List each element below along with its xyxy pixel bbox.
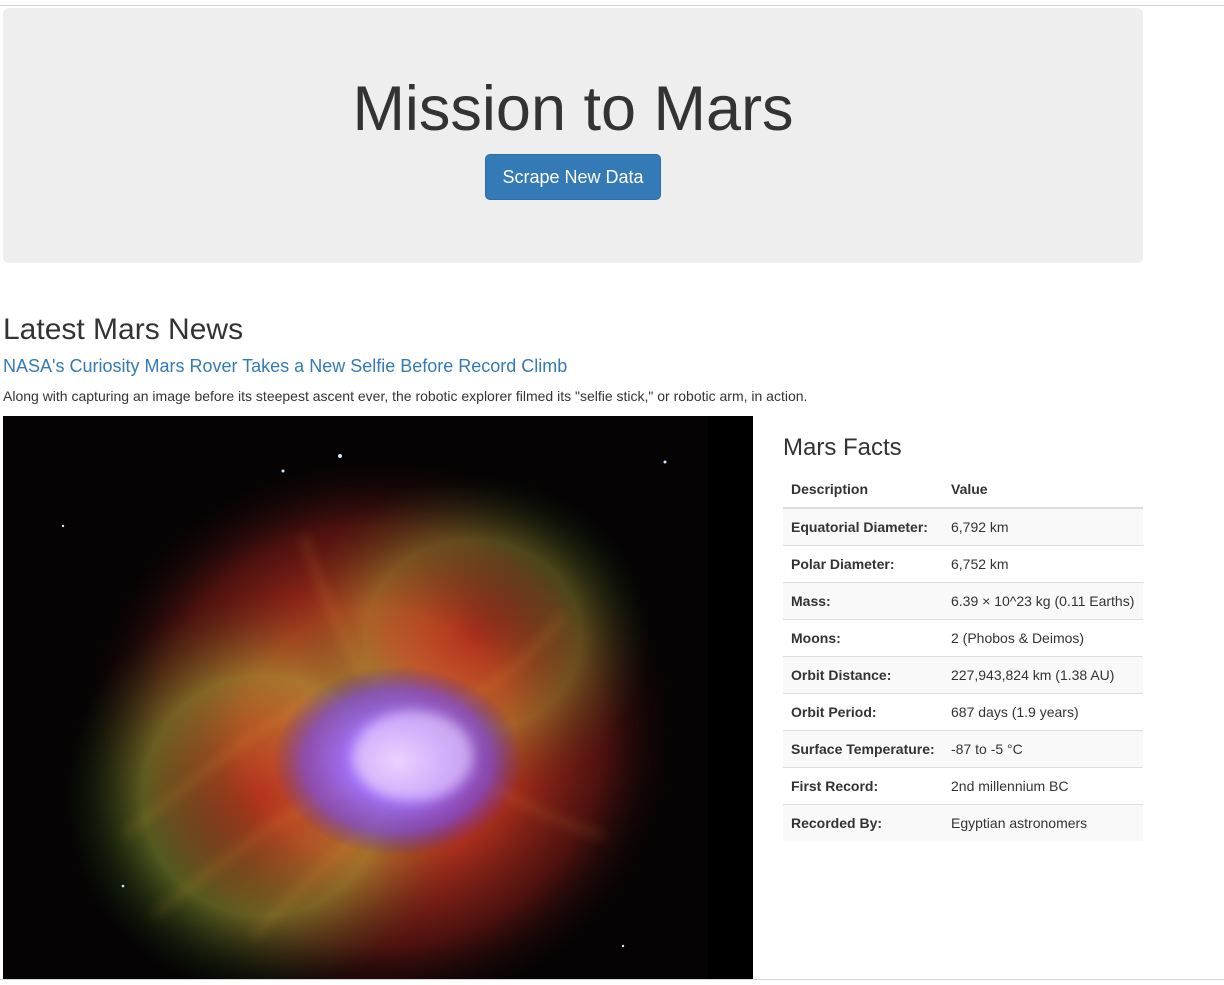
page-title: Mission to Mars [352,74,794,144]
table-row: Moons: 2 (Phobos & Deimos) [783,619,1143,657]
mars-facts-heading: Mars Facts [783,434,902,461]
fact-value: 2 (Phobos & Deimos) [943,619,1143,657]
fact-label: First Record: [783,767,943,805]
fact-value: 687 days (1.9 years) [943,693,1143,731]
table-header-row: Description Value [783,471,1143,509]
column-header-description: Description [783,471,943,509]
top-divider [0,5,1224,6]
table-row: Orbit Distance: 227,943,824 km (1.38 AU) [783,656,1143,694]
news-teaser: Along with capturing an image before its… [3,388,808,404]
table-row: First Record: 2nd millennium BC [783,767,1143,805]
fact-value: 227,943,824 km (1.38 AU) [943,656,1143,694]
table-row: Recorded By: Egyptian astronomers [783,804,1143,841]
fact-label: Recorded By: [783,804,943,841]
table-row: Surface Temperature: -87 to -5 °C [783,730,1143,768]
bottom-divider [0,979,1224,980]
fact-label: Surface Temperature: [783,730,943,768]
fact-value: 6,792 km [943,507,1143,546]
fact-label: Polar Diameter: [783,545,943,583]
table-row: Polar Diameter: 6,752 km [783,545,1143,583]
fact-value: -87 to -5 °C [943,730,1143,768]
scrape-new-data-button[interactable]: Scrape New Data [485,154,661,200]
column-header-value: Value [943,471,1143,509]
mars-facts-table: Description Value Equatorial Diameter: 6… [783,471,1143,841]
fact-value: Egyptian astronomers [943,804,1143,841]
featured-mars-image [3,416,753,979]
jumbotron: Mission to Mars Scrape New Data [3,8,1143,263]
news-title-link[interactable]: NASA's Curiosity Mars Rover Takes a New … [3,355,567,377]
fact-value: 2nd millennium BC [943,767,1143,805]
fact-label: Moons: [783,619,943,657]
fact-label: Orbit Distance: [783,656,943,694]
latest-news-heading: Latest Mars News [3,313,244,346]
fact-label: Mass: [783,582,943,620]
fact-value: 6.39 × 10^23 kg (0.11 Earths) [943,582,1143,620]
table-row: Mass: 6.39 × 10^23 kg (0.11 Earths) [783,582,1143,620]
table-row: Equatorial Diameter: 6,792 km [783,507,1143,546]
fact-label: Equatorial Diameter: [783,507,943,546]
table-row: Orbit Period: 687 days (1.9 years) [783,693,1143,731]
fact-label: Orbit Period: [783,693,943,731]
fact-value: 6,752 km [943,545,1143,583]
